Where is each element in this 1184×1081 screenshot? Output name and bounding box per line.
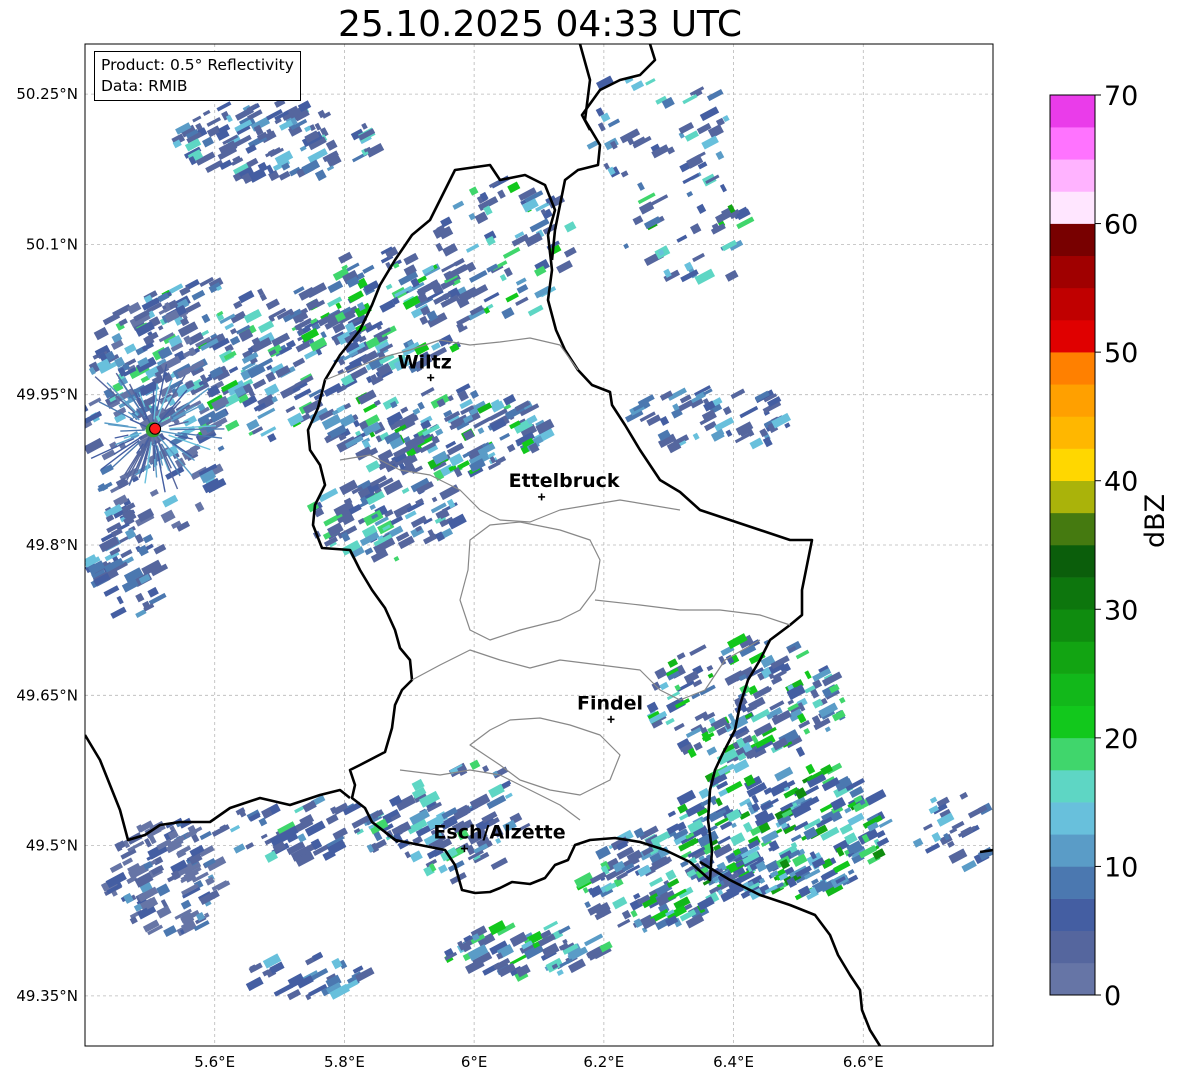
city-label: Esch/Alzette (433, 822, 565, 844)
colorbar-segment (1050, 512, 1095, 546)
colorbar-label: dBZ (1140, 493, 1171, 548)
colorbar-segment (1050, 480, 1095, 514)
colorbar-segment (1050, 255, 1095, 289)
colorbar-segment (1050, 448, 1095, 482)
lon-tick-label: 6.6°E (843, 1053, 884, 1071)
colorbar-tick-label: 40 (1104, 467, 1138, 498)
city-label: Wiltz (398, 352, 452, 374)
lat-tick-label: 49.65°N (16, 686, 78, 704)
colorbar-segment (1050, 770, 1095, 803)
product-info-box: Product: 0.5° Reflectivity Data: RMIB (94, 51, 301, 101)
colorbar-segment (1050, 802, 1095, 835)
product-label: Product: 0.5° Reflectivity (101, 56, 294, 74)
colorbar-tick-label: 20 (1104, 724, 1138, 755)
colorbar-tick-label: 30 (1104, 595, 1138, 626)
colorbar-segment (1050, 641, 1095, 674)
colorbar-segment (1050, 287, 1095, 321)
city-label: Ettelbruck (509, 470, 620, 492)
colorbar-segment (1050, 609, 1095, 642)
colorbar-segment (1050, 577, 1095, 610)
lon-tick-label: 6°E (461, 1053, 488, 1071)
colorbar-segment (1050, 673, 1095, 707)
colorbar-tick-label: 50 (1104, 338, 1138, 369)
colorbar-segment (1050, 705, 1095, 739)
colorbar: 0 10 20 30 40 50 60 70 (1049, 81, 1138, 1012)
colorbar-segment (1050, 962, 1095, 996)
data-source-label: Data: RMIB (101, 77, 188, 95)
colorbar-segment (1050, 416, 1095, 449)
radar-map-figure: Wiltz Ettelbruck Findel Esch/Alzette 5.6°E 5… (16, 43, 1138, 1071)
colorbar-segment (1050, 545, 1095, 578)
colorbar-tick-label: 0 (1104, 981, 1121, 1012)
colorbar-tick-label: 10 (1104, 852, 1138, 883)
lon-tick-label: 6.4°E (713, 1053, 754, 1071)
colorbar-segment (1050, 159, 1095, 192)
map-plot-area[interactable]: Wiltz Ettelbruck Findel Esch/Alzette (81, 43, 994, 1047)
colorbar-segment (1050, 191, 1095, 224)
lat-tick-label: 50.1°N (26, 235, 78, 253)
colorbar-segment (1050, 866, 1095, 899)
colorbar-segment (1050, 223, 1095, 257)
colorbar-tick-label: 60 (1104, 210, 1138, 241)
colorbar-segment (1050, 320, 1095, 353)
colorbar-tick-label: 70 (1104, 81, 1138, 112)
colorbar-segment (1050, 384, 1095, 417)
colorbar-segment (1050, 834, 1095, 867)
lat-tick-label: 50.25°N (16, 85, 78, 103)
colorbar-segment (1050, 95, 1095, 128)
lat-tick-label: 49.5°N (26, 837, 78, 855)
lat-tick-label: 49.8°N (26, 536, 78, 554)
lat-tick-label: 49.95°N (16, 386, 78, 404)
clutter-spoke (120, 429, 145, 432)
colorbar-segment (1050, 898, 1095, 932)
colorbar-segment (1050, 127, 1095, 160)
radar-site-marker (149, 422, 162, 435)
city-label: Findel (577, 692, 643, 714)
lon-tick-label: 5.6°E (194, 1053, 235, 1071)
clutter-spoke (169, 428, 225, 431)
colorbar-segment (1050, 737, 1095, 771)
lon-tick-label: 5.8°E (324, 1053, 365, 1071)
lat-tick-label: 49.35°N (16, 987, 78, 1005)
colorbar-segment (1050, 352, 1095, 385)
colorbar-segment (1050, 930, 1095, 964)
lon-tick-label: 6.2°E (583, 1053, 624, 1071)
